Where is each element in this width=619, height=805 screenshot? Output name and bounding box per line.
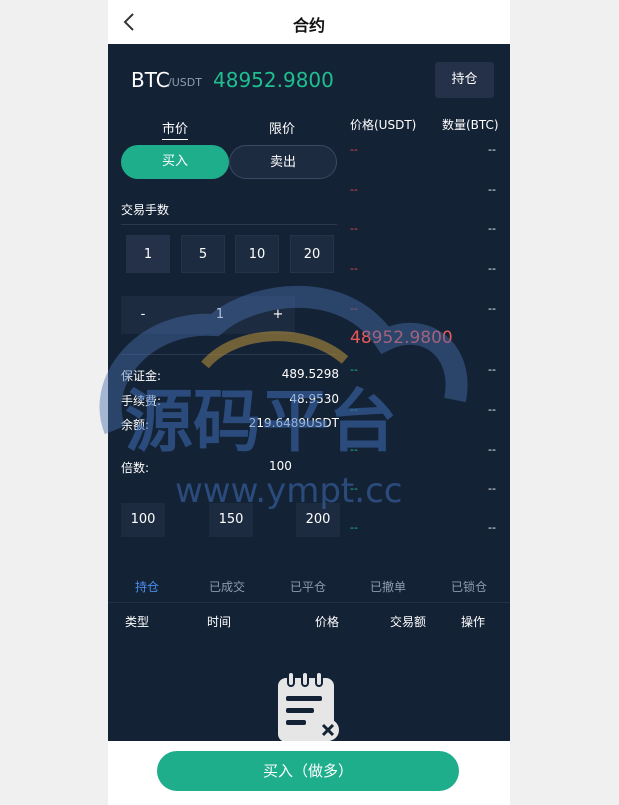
quantity-stepper: - 1 +: [121, 296, 295, 334]
bottom-action-bar: 买入（做多）: [108, 741, 510, 805]
divider: [121, 224, 337, 225]
quantity-value[interactable]: 1: [195, 296, 245, 334]
leverage-option-200[interactable]: 200: [296, 503, 340, 537]
column-header-amount: 交易额: [390, 615, 427, 629]
balance-label: 余额:: [121, 418, 150, 432]
orderbook-last-price: 48952.9800: [350, 328, 453, 348]
tab-market-order[interactable]: 市价: [162, 118, 189, 140]
fee-label: 手续费:: [121, 394, 162, 408]
decrement-button[interactable]: -: [121, 296, 165, 334]
symbol-label: BTC: [131, 68, 170, 92]
tab-filled[interactable]: 已成交: [209, 578, 245, 595]
top-navigation-bar: 合约: [108, 0, 510, 44]
buy-long-button[interactable]: 买入（做多）: [157, 751, 459, 791]
fee-value: 48.9530: [289, 392, 339, 406]
tab-holdings[interactable]: 持仓: [135, 578, 159, 595]
leverage-option-100[interactable]: 100: [121, 503, 165, 537]
empty-list-icon: [278, 672, 339, 742]
ask-row[interactable]: -- --: [350, 143, 496, 159]
ask-row[interactable]: -- --: [350, 183, 496, 199]
leverage-option-150[interactable]: 150: [209, 503, 253, 537]
lot-option-1[interactable]: 1: [126, 235, 170, 273]
lot-option-20[interactable]: 20: [290, 235, 334, 273]
column-header-action: 操作: [461, 615, 486, 629]
ask-row[interactable]: -- --: [350, 302, 496, 318]
ask-row[interactable]: -- --: [350, 262, 496, 278]
lots-label: 交易手数: [121, 203, 170, 217]
lot-option-5[interactable]: 5: [181, 235, 225, 273]
sell-toggle-button[interactable]: 卖出: [229, 145, 337, 179]
trading-screen: 合约 BTC /USDT 48952.9800 持仓 市价 限价 买入 卖出 交…: [108, 0, 510, 805]
column-header-type: 类型: [125, 615, 150, 629]
increment-button[interactable]: +: [261, 296, 295, 334]
positions-button[interactable]: 持仓: [435, 62, 494, 98]
quote-currency-label: /USDT: [168, 76, 202, 89]
tab-locked[interactable]: 已锁仓: [451, 578, 487, 595]
bid-row[interactable]: -- --: [350, 363, 496, 379]
lot-option-10[interactable]: 10: [235, 235, 279, 273]
current-price: 48952.9800: [213, 68, 334, 92]
column-header-price: 价格: [315, 615, 340, 629]
bid-row[interactable]: -- --: [350, 482, 496, 498]
orderbook-qty-header: 数量(BTC): [442, 118, 499, 132]
leverage-label: 倍数:: [121, 461, 150, 475]
tab-limit-order[interactable]: 限价: [269, 118, 295, 137]
orderbook-price-header: 价格(USDT): [350, 118, 417, 132]
ask-row[interactable]: -- --: [350, 222, 496, 238]
divider: [121, 354, 337, 355]
page-title: 合约: [292, 16, 325, 35]
margin-value: 489.5298: [281, 367, 339, 381]
leverage-value[interactable]: 100: [269, 459, 292, 473]
bid-row[interactable]: -- --: [350, 443, 496, 459]
tab-closed[interactable]: 已平仓: [290, 578, 326, 595]
buy-toggle-button[interactable]: 买入: [121, 145, 229, 179]
divider: [108, 602, 510, 603]
bid-row[interactable]: -- --: [350, 403, 496, 419]
bid-row[interactable]: -- --: [350, 521, 496, 537]
margin-label: 保证金:: [121, 369, 162, 383]
balance-value: 219.6489USDT: [248, 416, 339, 430]
tab-cancelled[interactable]: 已撤单: [370, 578, 406, 595]
column-header-time: 时间: [207, 615, 232, 629]
